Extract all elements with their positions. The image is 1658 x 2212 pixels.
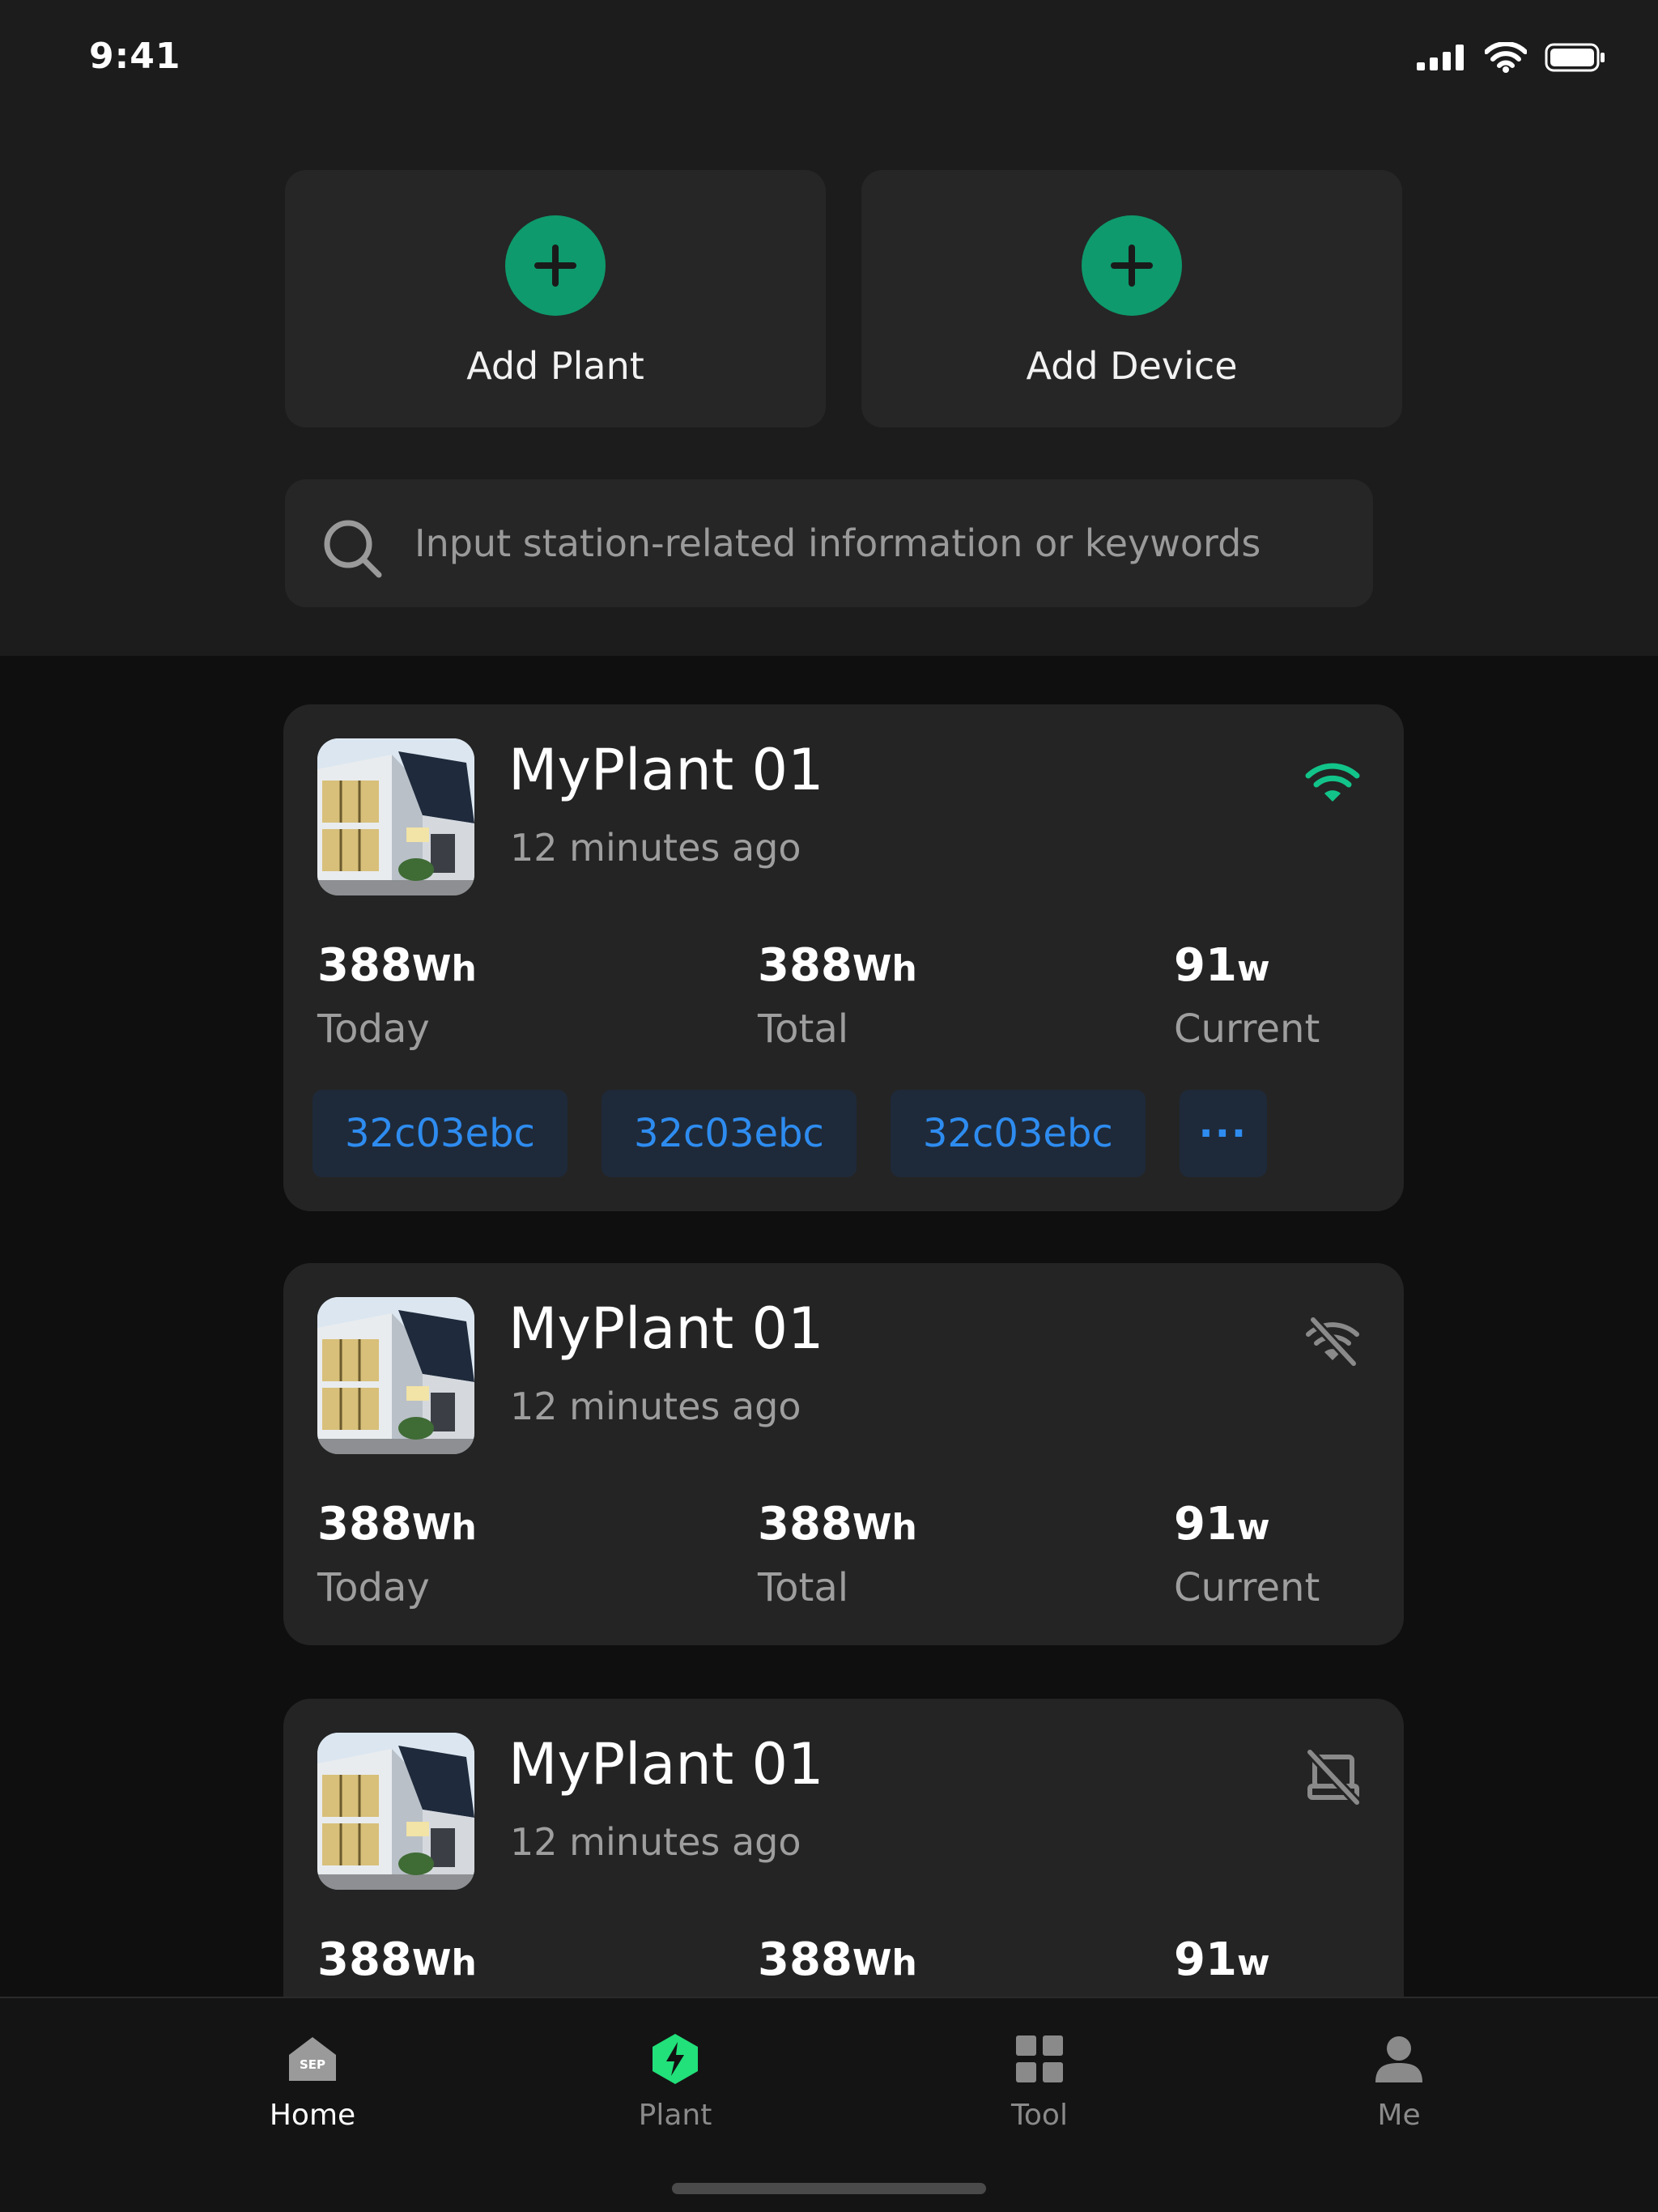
stat-current: 91w Current xyxy=(1174,939,1320,1052)
tab-plant-label: Plant xyxy=(638,2099,712,2132)
device-chip[interactable]: 32c03ebc xyxy=(890,1090,1146,1177)
stat-current-label: Current xyxy=(1174,1006,1320,1052)
stat-total: 388Wh Total xyxy=(758,1498,917,1610)
add-plant-button[interactable]: Add Plant xyxy=(285,170,826,428)
search-bar[interactable] xyxy=(285,479,1373,607)
plant-card-2[interactable]: MyPlant 01 12 minutes ago 388Wh Today 38… xyxy=(283,1263,1404,1645)
stat-current: 91w Current xyxy=(1174,1498,1320,1610)
stat-total-value: 388Wh xyxy=(758,939,917,992)
tab-bar: SEP Home Plant Tool Me xyxy=(0,1997,1658,2212)
grid-icon xyxy=(1016,2035,1063,2082)
app-screen: 9:41 Add Plant Add Device Input station-… xyxy=(0,0,1658,2212)
stat-current-value: 91w xyxy=(1174,1933,1270,1986)
plant-updated-time: 12 minutes ago xyxy=(510,1385,801,1428)
stat-total-value: 388Wh xyxy=(758,1933,917,1986)
stat-today-value: 388Wh xyxy=(317,939,477,992)
tab-me-label: Me xyxy=(1377,2099,1421,2132)
search-input[interactable] xyxy=(414,479,1346,607)
add-plant-plus-icon xyxy=(505,215,606,316)
header-area: 9:41 Add Plant Add Device Input station-… xyxy=(0,0,1658,656)
stat-today-value: 388Wh xyxy=(317,1498,477,1551)
plant-thumbnail xyxy=(317,738,474,895)
stat-current-value: 91w xyxy=(1174,1498,1270,1551)
device-chip[interactable]: 32c03ebc xyxy=(312,1090,568,1177)
tab-home[interactable]: SEP Home xyxy=(232,2031,393,2132)
stat-total-label: Total xyxy=(758,1565,849,1610)
plant-thumbnail xyxy=(317,1733,474,1890)
no-device-icon xyxy=(1305,1747,1362,1807)
plant-updated-time: 12 minutes ago xyxy=(510,826,801,870)
stat-today-value: 388Wh xyxy=(317,1933,477,1986)
stat-today: 388Wh Today xyxy=(317,1498,477,1610)
add-device-button[interactable]: Add Device xyxy=(861,170,1402,428)
stat-today: 388Wh Today xyxy=(317,939,477,1052)
wifi-online-icon xyxy=(1305,763,1360,802)
tab-me[interactable]: Me xyxy=(1318,2031,1480,2132)
person-icon xyxy=(1375,2036,1422,2082)
plant-bolt-icon xyxy=(653,2034,698,2084)
status-bar: 9:41 xyxy=(0,0,1658,113)
add-plant-label: Add Plant xyxy=(466,344,644,388)
plant-name: MyPlant 01 xyxy=(508,737,824,803)
stat-total: 388Wh Total xyxy=(758,939,917,1052)
stat-total-value: 388Wh xyxy=(758,1498,917,1551)
more-devices-button[interactable]: ··· xyxy=(1179,1090,1267,1177)
wifi-off-icon xyxy=(1306,1315,1359,1368)
status-time: 9:41 xyxy=(89,36,181,77)
stat-today-label: Today xyxy=(317,1006,430,1052)
stat-total-label: Total xyxy=(758,1006,849,1052)
plant-name: MyPlant 01 xyxy=(508,1295,824,1362)
device-chip[interactable]: 32c03ebc xyxy=(601,1090,857,1177)
device-chips: 32c03ebc 32c03ebc 32c03ebc ··· xyxy=(312,1090,1267,1177)
plant-updated-time: 12 minutes ago xyxy=(510,1820,801,1864)
tab-tool-label: Tool xyxy=(1011,2099,1068,2132)
plant-card-1[interactable]: MyPlant 01 12 minutes ago 388Wh Today 38… xyxy=(283,704,1404,1211)
plant-thumbnail xyxy=(317,1297,474,1454)
tab-home-label: Home xyxy=(269,2099,356,2132)
plant-card-3[interactable]: MyPlant 01 12 minutes ago 388Wh 388Wh 91… xyxy=(283,1699,1404,2039)
home-icon: SEP xyxy=(289,2037,336,2081)
stat-total: 388Wh xyxy=(758,1933,917,1986)
add-device-label: Add Device xyxy=(1026,344,1238,388)
wifi-status-icon xyxy=(1485,42,1527,73)
stat-current-label: Current xyxy=(1174,1565,1320,1610)
home-indicator[interactable] xyxy=(672,2183,986,2194)
status-icons xyxy=(1417,42,1606,73)
search-icon xyxy=(324,520,382,578)
plant-name: MyPlant 01 xyxy=(508,1731,824,1797)
cellular-signal-icon xyxy=(1417,45,1464,70)
stat-current-value: 91w xyxy=(1174,939,1270,992)
svg-text:SEP: SEP xyxy=(300,2057,325,2072)
stat-today-label: Today xyxy=(317,1565,430,1610)
stat-today: 388Wh xyxy=(317,1933,477,1986)
tab-tool[interactable]: Tool xyxy=(959,2031,1120,2132)
tab-plant[interactable]: Plant xyxy=(594,2031,756,2132)
stat-current: 91w xyxy=(1174,1933,1270,1986)
add-device-plus-icon xyxy=(1082,215,1182,316)
battery-icon xyxy=(1545,43,1605,72)
